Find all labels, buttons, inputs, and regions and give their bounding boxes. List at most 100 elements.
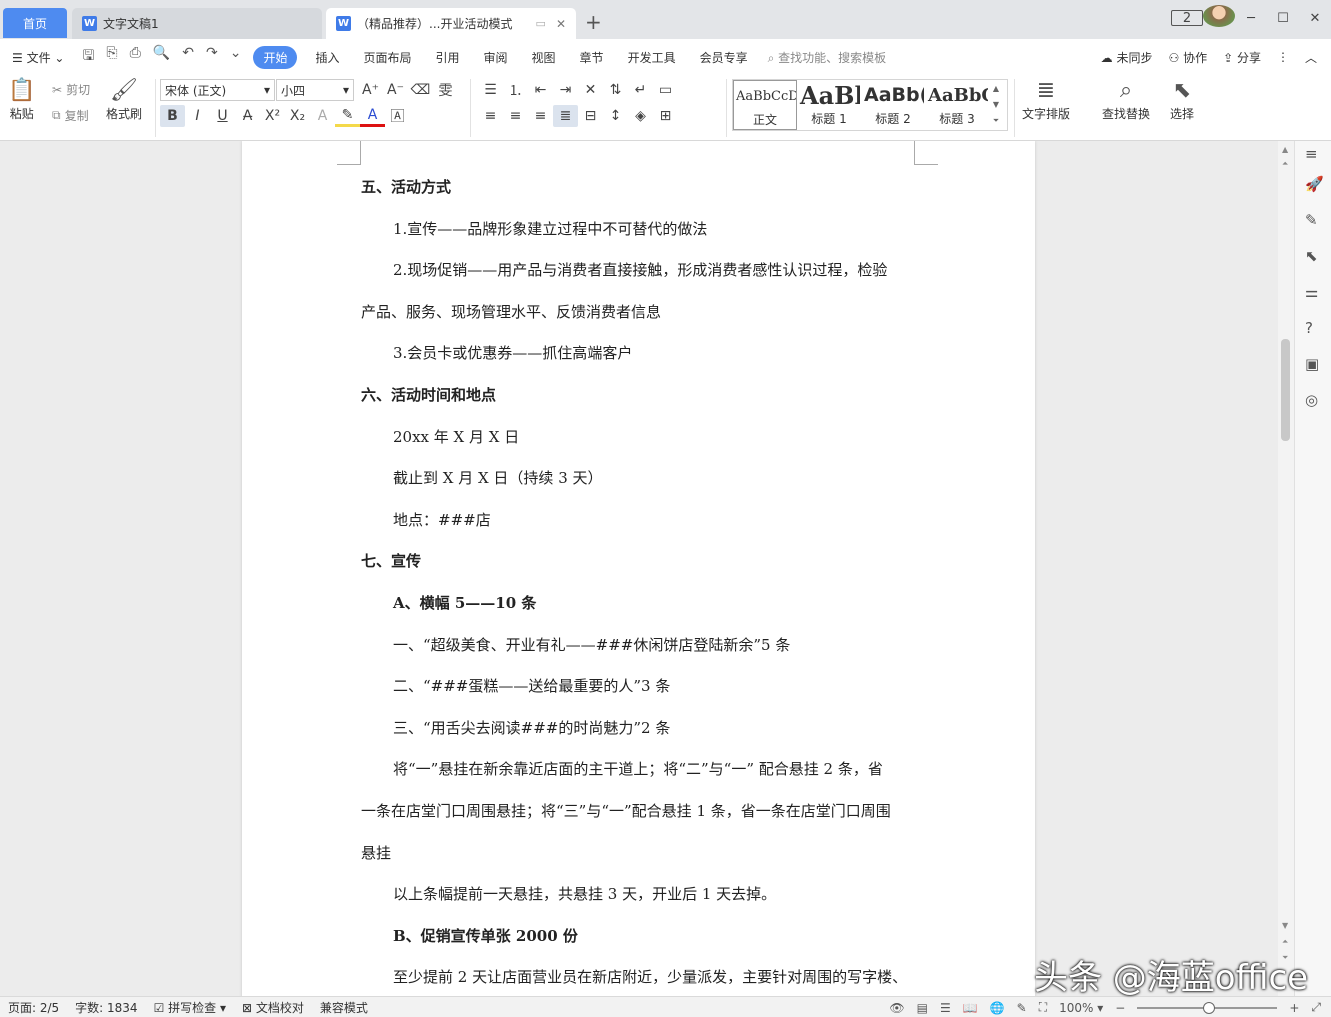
document-paragraph[interactable]: 至少提前 2 天让店面营业员在新店附近，少量派发，主要针对周围的写字楼、 [393, 967, 907, 987]
shading-icon[interactable]: ◈ [628, 105, 653, 127]
table-tools-icon[interactable]: ▭ [653, 79, 678, 101]
subscript-icon[interactable]: X₂ [285, 105, 310, 127]
select-button[interactable]: ⬉ 选择 [1170, 77, 1194, 122]
new-tab-button[interactable]: + [585, 10, 602, 34]
zoom-slider[interactable] [1137, 1001, 1278, 1014]
style-normal[interactable]: AaBbCcDd 正文 [733, 80, 797, 130]
highlight-icon[interactable]: ✎ [335, 105, 360, 127]
document-paragraph[interactable]: 3.会员卡或优惠券——抓住高端客户 [393, 343, 632, 363]
vertical-scrollbar[interactable]: ▲ ⏶ ▼ ⏶ ⏷ [1278, 141, 1294, 996]
copy-button[interactable]: ⧉ 复制 [52, 107, 89, 124]
web-view-icon[interactable]: 🌐 [990, 1001, 1005, 1015]
image-icon[interactable]: ▣ [1305, 355, 1319, 373]
close-window-icon[interactable]: ✕ [1299, 11, 1331, 26]
document-paragraph[interactable]: 一、“超级美食、开业有礼——###休闲饼店登陆新余”5 条 [393, 635, 790, 655]
chinese-layout-icon[interactable]: ✕ [578, 79, 603, 101]
minimize-icon[interactable]: ─ [1235, 11, 1267, 26]
chevron-down-icon[interactable]: ▼ [993, 100, 999, 109]
bold-icon[interactable]: B [160, 105, 185, 127]
document-paragraph[interactable]: 悬挂 [361, 843, 391, 863]
distributed-icon[interactable]: ⊟ [578, 105, 603, 127]
page-up-icon[interactable]: ⏶ [1282, 937, 1288, 947]
tab-home[interactable]: 首页 [3, 8, 67, 38]
superscript-icon[interactable]: X² [260, 105, 285, 127]
document-heading[interactable]: 六、活动时间和地点 [361, 385, 496, 405]
style-heading-2[interactable]: AaBb( 标题 2 [861, 80, 925, 130]
numbered-list-icon[interactable]: ⒈ [503, 79, 528, 101]
sliders-icon[interactable]: ⚌ [1305, 283, 1318, 301]
strikethrough-icon[interactable]: A̶ [235, 105, 260, 127]
tab-insert[interactable]: 插入 [303, 49, 351, 66]
justify-icon[interactable]: ≣ [553, 105, 578, 127]
tab-document-1[interactable]: W 文字文稿1 [72, 8, 322, 39]
char-border-icon[interactable]: 🄰 [385, 105, 410, 127]
tab-document-2[interactable]: W （精品推荐）...开业活动模式 ▭ ✕ [326, 8, 576, 39]
close-tab-icon[interactable]: ✕ [556, 17, 566, 31]
sync-status[interactable]: ☁ 未同步 [1101, 49, 1153, 66]
document-paragraph[interactable]: 以上条幅提前一天悬挂，共悬挂 3 天，开业后 1 天去掉。 [393, 884, 776, 904]
rocket-icon[interactable]: 🚀 [1305, 175, 1324, 193]
increase-indent-icon[interactable]: ⇥ [553, 79, 578, 101]
tab-developer[interactable]: 开发工具 [616, 49, 688, 66]
zoom-slider-thumb[interactable] [1203, 1001, 1216, 1014]
undo-icon[interactable]: ↶ [182, 45, 194, 69]
maximize-icon[interactable]: ☐ [1267, 11, 1299, 26]
phonetic-icon[interactable]: 雯 [433, 79, 458, 101]
scroll-down-icon[interactable]: ▼ [1282, 921, 1288, 930]
text-layout-button[interactable]: ≣ 文字排版 [1022, 77, 1070, 122]
tab-view[interactable]: 视图 [520, 49, 568, 66]
align-left-icon[interactable]: ≡ [478, 105, 503, 127]
search-field[interactable]: ⌕ 查找功能、搜索模板 [768, 49, 887, 66]
document-heading[interactable]: A、横幅 5——10 条 [393, 593, 536, 613]
document-heading[interactable]: 七、宣传 [361, 551, 421, 571]
grow-font-icon[interactable]: A⁺ [358, 79, 383, 101]
zoom-in-icon[interactable]: + [1289, 1001, 1299, 1015]
font-name-select[interactable]: 宋体 (正文) ▾ [160, 79, 275, 101]
collapse-ribbon-icon[interactable]: ︿ [1305, 49, 1317, 66]
expand-icon[interactable]: ⏷ [993, 116, 999, 126]
italic-icon[interactable]: I [185, 105, 210, 127]
tab-start[interactable]: 开始 [253, 45, 298, 69]
location-icon[interactable]: ◎ [1305, 391, 1318, 409]
document-paragraph[interactable]: 产品、服务、现场管理水平、反馈消费者信息 [361, 302, 661, 322]
document-paragraph[interactable]: 三、“用舌尖去阅读###的时尚魅力”2 条 [393, 718, 670, 738]
find-replace-button[interactable]: ⌕ 查找替换 [1102, 77, 1150, 122]
document-paragraph[interactable]: 将“一”悬挂在新余靠近店面的主干道上；将“二”与“一” 配合悬挂 2 条，省 [393, 759, 883, 779]
document-page[interactable]: 五、活动方式 1.宣传——品牌形象建立过程中不可替代的做法 2.现场促销——用产品与… [242, 141, 1035, 996]
style-heading-3[interactable]: AaBbC 标题 3 [925, 80, 989, 130]
scroll-thumb[interactable] [1281, 339, 1290, 441]
tab-section[interactable]: 章节 [568, 49, 616, 66]
format-painter-button[interactable]: 🖌 格式刷 [106, 77, 142, 122]
share-button[interactable]: ⇪ 分享 [1223, 49, 1261, 66]
page-up-icon[interactable]: ⏶ [1282, 159, 1288, 169]
font-size-select[interactable]: 小四 ▾ [276, 79, 354, 101]
underline-icon[interactable]: U [210, 105, 235, 127]
document-paragraph[interactable]: 1.宣传——品牌形象建立过程中不可替代的做法 [393, 219, 707, 239]
pen-icon[interactable]: ✎ [1305, 211, 1318, 229]
panel-toggle-icon[interactable]: ≡ [1305, 145, 1318, 163]
document-heading[interactable]: 五、活动方式 [361, 177, 451, 197]
text-effect-icon[interactable]: A [310, 105, 335, 127]
align-right-icon[interactable]: ≡ [528, 105, 553, 127]
help-icon[interactable]: ? [1305, 319, 1313, 337]
document-paragraph[interactable]: 截止到 X 月 X 日（持续 3 天） [393, 468, 603, 488]
more-icon[interactable]: ⌄ [230, 45, 242, 69]
page-indicator[interactable]: 页面: 2/5 [0, 999, 67, 1016]
redo-icon[interactable]: ↷ [206, 45, 218, 69]
sort-icon[interactable]: ⇅ [603, 79, 628, 101]
tab-review[interactable]: 审阅 [472, 49, 520, 66]
paste-button[interactable]: 📋 粘贴 [8, 77, 35, 122]
more-options-icon[interactable]: ⋮ [1277, 50, 1289, 64]
fullscreen-icon[interactable]: ⤢ [1311, 1000, 1321, 1015]
bullet-list-icon[interactable]: ☰ [478, 79, 503, 101]
word-count[interactable]: 字数: 1834 [67, 999, 145, 1016]
document-paragraph[interactable]: 2.现场促销——用产品与消费者直接接触，形成消费者感性认识过程，检验 [393, 260, 887, 280]
document-paragraph[interactable]: 一条在店堂门口周围悬挂；将“三”与“一”配合悬挂 1 条，省一条在店堂门口周围 [361, 801, 891, 821]
line-spacing-icon[interactable]: ↕ [603, 105, 628, 127]
cut-button[interactable]: ✂ 剪切 [52, 81, 90, 98]
outline-view-icon[interactable]: ☰ [940, 1001, 951, 1015]
font-color-icon[interactable]: A [360, 105, 385, 127]
pin-icon[interactable]: ▭ [536, 17, 546, 30]
save-icon[interactable]: 🖫 [82, 45, 94, 69]
document-heading[interactable]: B、促销宣传单张 2000 份 [393, 926, 578, 946]
